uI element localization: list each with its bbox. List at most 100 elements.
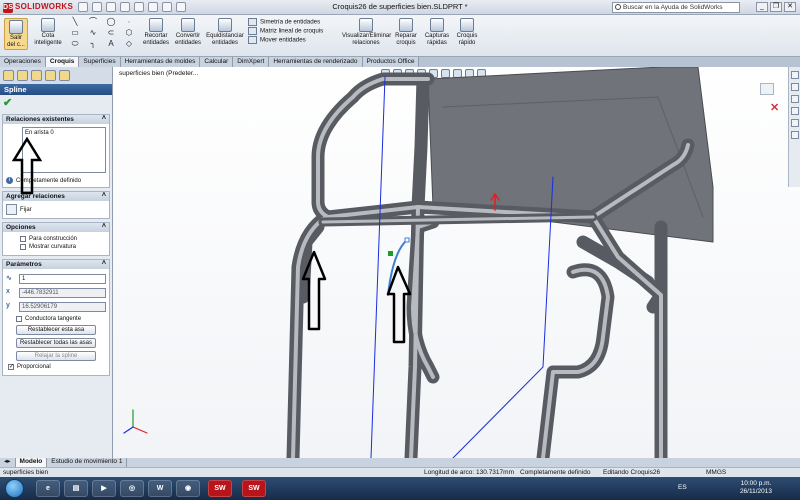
repair-sketch-icon — [399, 18, 413, 32]
proportional-checkbox[interactable]: ✓ Proporcional — [8, 364, 106, 370]
point-number-field[interactable]: 1 — [19, 274, 106, 284]
ok-check-icon[interactable]: ✔ — [3, 96, 12, 109]
checkbox-box — [16, 316, 22, 322]
property-manager-icon[interactable] — [17, 70, 28, 81]
reset-all-handles-button[interactable]: Restablecer todas las asas — [16, 338, 96, 348]
tab-dimxpert[interactable]: DimXpert — [233, 57, 270, 67]
mirror-entities-item[interactable]: Simetría de entidades — [248, 18, 323, 27]
tab-renderizado[interactable]: Herramientas de renderizado — [269, 57, 363, 67]
tab-productos-office[interactable]: Productos Office — [362, 57, 420, 67]
tab-estudio-movimiento[interactable]: Estudio de movimiento 1 — [47, 458, 128, 467]
tab-calcular[interactable]: Calcular — [200, 57, 234, 67]
convert-icon — [181, 18, 195, 32]
media-player-icon[interactable]: ▶ — [92, 480, 116, 497]
design-library-icon[interactable] — [791, 83, 799, 91]
tab-superficies[interactable]: Superficies — [79, 57, 121, 67]
system-clock[interactable]: 10:00 p.m. 26/11/2013 — [740, 480, 772, 496]
resources-icon[interactable] — [791, 71, 799, 79]
tab-operaciones[interactable]: Operaciones — [0, 57, 46, 67]
help-search-input[interactable]: Buscar en la Ayuda de SolidWorks — [612, 2, 740, 13]
relation-item[interactable]: En arista 0 — [25, 130, 54, 136]
repair-sketch-button[interactable]: Reparar croquis — [392, 18, 420, 46]
definition-status-text: Completamente definido — [16, 177, 82, 184]
ellipse-tool-icon[interactable]: ⬭ — [68, 40, 82, 49]
point-number-row: ∿ 1 — [6, 274, 106, 284]
arc-tool-icon[interactable]: ⌒ — [86, 18, 100, 27]
solidworks-taskbar-icon-1[interactable]: SW — [208, 480, 232, 497]
view-palette-icon[interactable] — [791, 107, 799, 115]
move-entities-item[interactable]: Mover entidades — [248, 36, 323, 45]
relax-spline-button[interactable]: Relajar la spline — [16, 351, 96, 361]
exit-sketch-corner-icon[interactable] — [760, 83, 774, 95]
start-button[interactable] — [5, 479, 24, 498]
circle-tool-icon[interactable]: ◯ — [104, 18, 118, 27]
feature-manager-icon[interactable] — [3, 70, 14, 81]
x-coordinate-field[interactable]: -446.7832911 — [19, 288, 106, 298]
relations-icon — [359, 18, 373, 32]
office-icon[interactable]: ◎ — [120, 480, 144, 497]
appearances-icon[interactable] — [791, 119, 799, 127]
dimxpert-manager-icon[interactable] — [45, 70, 56, 81]
solidworks-taskbar-icon-2[interactable]: SW — [242, 480, 266, 497]
tangent-driving-checkbox[interactable]: Conductora tangente — [16, 316, 106, 322]
chrome-icon[interactable]: ◉ — [176, 480, 200, 497]
minimize-button[interactable]: _ — [756, 2, 768, 12]
title-bar: DS SOLIDWORKS Croquis26 de superficies bi… — [0, 0, 800, 15]
slot-tool-icon[interactable]: ⊂ — [104, 29, 118, 38]
office-word-icon[interactable]: W — [148, 480, 172, 497]
reset-this-handle-button[interactable]: Restablecer esta asa — [16, 325, 96, 335]
spline-handle-marker — [404, 237, 410, 243]
exit-sketch-button[interactable]: Salir del c... — [4, 18, 28, 50]
status-definition: Completamente definido — [520, 469, 591, 476]
parameters-section: Parámetros ∿1 x-446.7832911 y16.52906179… — [2, 259, 110, 376]
options-header[interactable]: Opciones — [3, 223, 109, 232]
tab-modelo[interactable]: Modelo — [15, 458, 48, 467]
rapid-sketch-button[interactable]: Croquis rápido — [454, 18, 480, 46]
status-units[interactable]: MMGS — [706, 468, 726, 477]
tab-herramientas-moldes[interactable]: Herramientas de moldes — [120, 57, 201, 67]
configuration-manager-icon[interactable] — [31, 70, 42, 81]
tab-croquis[interactable]: Croquis — [45, 57, 80, 67]
rapid-snaps-button[interactable]: Capturas rápidas — [423, 18, 451, 46]
display-delete-relations-button[interactable]: Visualizar/Eliminar relaciones — [342, 18, 391, 46]
y-coordinate-field[interactable]: 16.52906179 — [19, 302, 106, 312]
spline-tool-icon[interactable]: ∿ — [86, 29, 100, 38]
trim-label: Recortar entidades — [142, 33, 170, 46]
rapid-sketch-label: Croquis rápido — [456, 33, 478, 46]
polygon-tool-icon[interactable]: ⬡ — [122, 29, 136, 38]
text-tool-icon[interactable]: A — [104, 40, 118, 49]
cancel-sketch-icon[interactable]: ✕ — [770, 101, 779, 114]
fix-relation-button[interactable]: Fijar — [6, 204, 106, 215]
close-button[interactable]: ✕ — [784, 2, 796, 12]
existing-relations-header[interactable]: Relaciones existentes — [3, 115, 109, 124]
relations-listbox[interactable]: En arista 0 — [22, 127, 106, 173]
language-indicator[interactable]: ES — [678, 484, 687, 491]
parameters-header[interactable]: Parámetros — [3, 260, 109, 269]
show-curvature-checkbox[interactable]: Mostrar curvatura — [20, 244, 106, 250]
trim-entities-button[interactable]: Recortar entidades — [141, 18, 171, 46]
display-manager-icon[interactable] — [59, 70, 70, 81]
linear-pattern-item[interactable]: Matriz lineal de croquis — [248, 27, 323, 36]
explorer-icon[interactable]: ▤ — [64, 480, 88, 497]
restore-button[interactable]: ❐ — [770, 2, 782, 12]
fillet-tool-icon[interactable]: ╮ — [86, 40, 100, 49]
fix-relation-label: Fijar — [20, 206, 32, 213]
convert-entities-button[interactable]: Convertir entidades — [173, 18, 203, 46]
file-explorer-icon[interactable] — [791, 95, 799, 103]
repair-sketch-label: Reparar croquis — [395, 33, 417, 46]
plane-tool-icon[interactable]: ◇ — [122, 40, 136, 49]
for-construction-checkbox[interactable]: Para construcción — [20, 236, 106, 242]
exit-sketch-label: Salir del c... — [7, 35, 25, 48]
rectangle-tool-icon[interactable]: ▭ — [68, 29, 82, 38]
add-relations-header[interactable]: Agregar relaciones — [3, 192, 109, 201]
status-bar: superficies bien Longitud de arco: 130.7… — [0, 467, 800, 477]
ie-icon[interactable]: e — [36, 480, 60, 497]
custom-properties-icon[interactable] — [791, 131, 799, 139]
graphics-area[interactable]: superficies bien (Predeter... ✕ — [113, 67, 800, 458]
point-tool-icon[interactable]: ∙ — [122, 18, 136, 27]
line-tool-icon[interactable]: ╲ — [68, 18, 82, 27]
smart-dimension-button[interactable]: Cota inteligente — [32, 18, 64, 46]
tab-nav-arrows[interactable]: ◂▸ — [0, 458, 16, 467]
offset-entities-button[interactable]: Equidistanciar entidades — [205, 18, 245, 46]
existing-relations-body: En arista 0 i Completamente definido — [3, 124, 109, 187]
